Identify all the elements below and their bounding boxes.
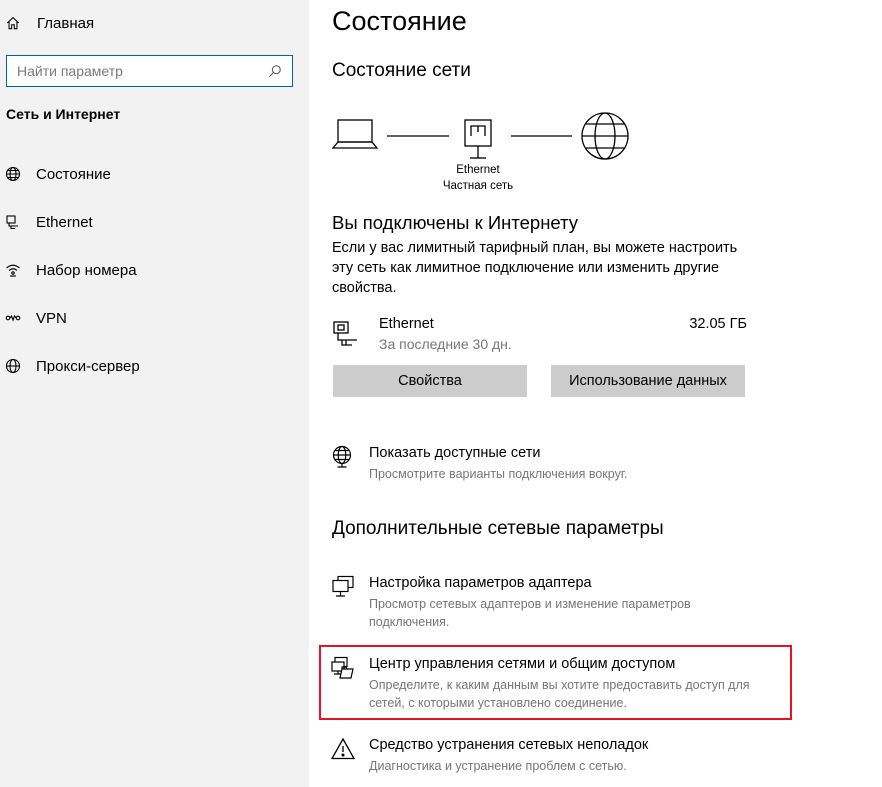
vpn-icon <box>4 309 22 327</box>
laptop-icon <box>332 119 379 149</box>
sidebar-item-ethernet[interactable]: Ethernet <box>4 210 93 234</box>
sidebar-item-status[interactable]: Состояние <box>4 162 111 186</box>
ethernet-icon <box>333 321 357 346</box>
troubleshooter-desc: Диагностика и устранение проблем с сетью… <box>369 759 627 773</box>
network-adapter-icon <box>332 575 354 597</box>
connected-title: Вы подключены к Интернету <box>332 212 579 233</box>
ethernet-icon <box>4 213 22 231</box>
home-icon <box>6 16 20 30</box>
warning-icon <box>331 737 355 760</box>
diagram-network-type: Частная сеть <box>442 180 514 192</box>
search-placeholder: Найти параметр <box>17 63 123 79</box>
sidebar: Главная Найти параметр Сеть и Интернет С… <box>0 0 309 787</box>
properties-button[interactable]: Свойства <box>333 365 527 397</box>
diagram-adapter-label: Ethernet <box>456 164 500 176</box>
network-status-title: Состояние сети <box>332 60 471 81</box>
page-title: Состояние <box>332 6 467 36</box>
connection-period: За последние 30 дн. <box>379 336 512 352</box>
show-networks-desc: Просмотрите варианты подключения вокруг. <box>369 467 628 481</box>
connection-usage: 32.05 ГБ <box>689 316 747 332</box>
network-diagram: Ethernet Частная сеть <box>332 110 632 200</box>
data-usage-button[interactable]: Использование данных <box>551 365 745 397</box>
sidebar-item-label: Прокси-сервер <box>36 357 140 375</box>
ethernet-adapter-icon <box>464 119 492 159</box>
internet-globe-icon <box>581 112 629 160</box>
sidebar-item-vpn[interactable]: VPN <box>4 306 67 330</box>
globe-network-icon <box>332 445 352 468</box>
section-title: Сеть и Интернет <box>6 106 121 122</box>
connection-usage-row: Ethernet За последние 30 дн. 32.05 ГБ <box>332 316 747 356</box>
advanced-settings-title: Дополнительные сетевые параметры <box>332 518 664 539</box>
main-content: Состояние Состояние сети Ethernet Частна… <box>309 0 882 787</box>
sidebar-item-proxy[interactable]: Прокси-сервер <box>4 354 140 378</box>
sharing-center-icon <box>331 656 354 679</box>
sidebar-item-label: Набор номера <box>36 261 137 279</box>
globe-icon <box>4 357 22 375</box>
search-icon[interactable] <box>268 64 282 78</box>
dialup-icon <box>4 261 22 279</box>
show-networks-title[interactable]: Показать доступные сети <box>369 445 540 461</box>
sidebar-item-label: VPN <box>36 309 67 327</box>
sidebar-item-label: Ethernet <box>36 213 93 231</box>
troubleshooter-title[interactable]: Средство устранения сетевых неполадок <box>369 737 648 753</box>
adapter-settings-title[interactable]: Настройка параметров адаптера <box>369 575 592 591</box>
sharing-center-title[interactable]: Центр управления сетями и общим доступом <box>369 656 675 672</box>
adapter-settings-desc: Просмотр сетевых адаптеров и изменение п… <box>369 597 691 629</box>
globe-status-icon <box>4 165 22 183</box>
connected-description: Если у вас лимитный тарифный план, вы мо… <box>332 240 738 296</box>
sharing-center-desc: Определите, к каким данным вы хотите пре… <box>369 678 750 710</box>
search-input[interactable]: Найти параметр <box>6 55 293 87</box>
home-label: Главная <box>37 14 95 32</box>
sidebar-item-label: Состояние <box>36 165 111 183</box>
sidebar-item-dialup[interactable]: Набор номера <box>4 258 137 282</box>
connection-name: Ethernet <box>379 316 434 332</box>
home-nav-item[interactable]: Главная <box>6 12 94 34</box>
